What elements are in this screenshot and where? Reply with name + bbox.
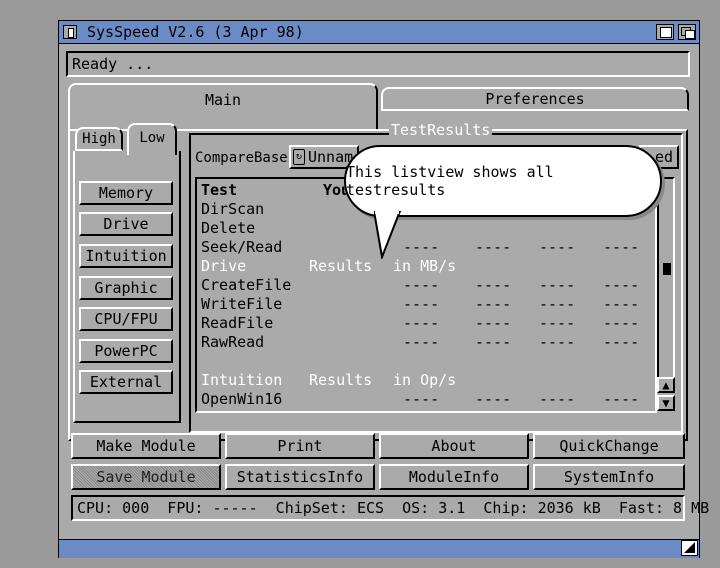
title-bar[interactable]: SysSpeed V2.6 (3 Apr 98) — [59, 21, 699, 44]
tab-preferences[interactable]: Preferences — [381, 87, 689, 111]
row-test-name: DirScan — [201, 200, 265, 218]
listview-header: Test You — [201, 181, 350, 200]
row-compare-value: ---- — [403, 295, 440, 313]
arrow-down-icon: ▼ — [662, 396, 670, 410]
about-button[interactable]: About — [379, 433, 529, 459]
row-test-name: CreateFile — [201, 276, 292, 294]
tooltip-text: This listview shows all testresults — [346, 163, 554, 199]
row-compare-value: ---- — [403, 314, 440, 332]
print-label: Print — [277, 437, 323, 455]
category-intuition-button[interactable]: Intuition — [79, 244, 173, 268]
window-bottom-border — [59, 539, 699, 558]
window-title: SysSpeed V2.6 (3 Apr 98) — [87, 23, 304, 41]
statistics-info-button[interactable]: StatisticsInfo — [225, 464, 375, 490]
row-test-name: WriteFile — [201, 295, 283, 313]
tab-preferences-label: Preferences — [485, 90, 585, 108]
row-compare-value: ---- — [475, 390, 512, 408]
row-unit: in Op/s — [393, 371, 457, 389]
statistics-info-label: StatisticsInfo — [236, 468, 364, 486]
row-compare-value: ---- — [475, 295, 512, 313]
category-cpufpu-button[interactable]: CPU/FPU — [79, 307, 173, 331]
print-button[interactable]: Print — [225, 433, 375, 459]
scroll-up-button[interactable]: ▲ — [657, 377, 675, 393]
category-graphic-label: Graphic — [94, 279, 158, 297]
row-test-name: Intuition — [201, 371, 283, 389]
depth-gadget-icon[interactable] — [678, 24, 696, 40]
save-module-label: Save Module — [96, 468, 196, 486]
quickchange-label: QuickChange — [559, 437, 659, 455]
row-test-name: ReadFile — [201, 314, 274, 332]
row-compare-value: ---- — [539, 276, 576, 294]
quickchange-button[interactable]: QuickChange — [533, 433, 685, 459]
row-compare-value: ---- — [403, 238, 440, 256]
row-your-value: Results — [309, 257, 373, 275]
category-intuition-label: Intuition — [85, 247, 167, 265]
tooltip-tail — [374, 211, 402, 259]
make-module-button[interactable]: Make Module — [71, 433, 221, 459]
row-compare-value: ---- — [403, 390, 440, 408]
comparebase-label: CompareBase — [195, 150, 288, 166]
row-compare-value: ---- — [603, 276, 640, 294]
row-compare-value: ---- — [539, 314, 576, 332]
module-info-label: ModuleInfo — [408, 468, 500, 486]
row-compare-value: ---- — [603, 333, 640, 351]
row-compare-value: ---- — [539, 295, 576, 313]
status-field: Ready ... — [66, 51, 690, 77]
row-compare-value: ---- — [539, 333, 576, 351]
module-info-button[interactable]: ModuleInfo — [379, 464, 529, 490]
scroll-knob[interactable] — [663, 263, 671, 275]
close-gadget-icon[interactable] — [63, 25, 77, 39]
category-drive-button[interactable]: Drive — [79, 212, 173, 236]
row-compare-value: ---- — [603, 238, 640, 256]
system-info-bar: CPU: 000 FPU: ----- ChipSet: ECS OS: 3.1… — [71, 495, 709, 521]
resize-gadget-icon[interactable] — [681, 540, 698, 556]
about-label: About — [431, 437, 477, 455]
listview-tooltip: This listview shows all testresults — [344, 145, 662, 217]
cycle-icon: ↻ — [293, 149, 305, 165]
category-graphic-button[interactable]: Graphic — [79, 276, 173, 300]
row-compare-value: ---- — [603, 314, 640, 332]
category-powerpc-button[interactable]: PowerPC — [79, 339, 173, 363]
save-module-button[interactable]: Save Module — [71, 464, 221, 490]
listview-scrollbar[interactable] — [657, 177, 675, 387]
results-legend: TestResults — [389, 121, 493, 139]
tab-high-label: High — [82, 131, 116, 147]
row-compare-value: ---- — [475, 276, 512, 294]
row-compare-value: ---- — [603, 295, 640, 313]
tab-low-label: Low — [139, 130, 165, 146]
tab-high[interactable]: High — [75, 127, 123, 151]
scroll-down-button[interactable]: ▼ — [657, 395, 675, 411]
category-powerpc-label: PowerPC — [94, 342, 158, 360]
header-test: Test — [201, 181, 238, 199]
row-test-name: Drive — [201, 257, 247, 275]
row-compare-value: ---- — [603, 390, 640, 408]
category-memory-label: Memory — [98, 184, 154, 202]
row-compare-value: ---- — [475, 333, 512, 351]
row-compare-value: ---- — [539, 390, 576, 408]
system-info-button[interactable]: SystemInfo — [533, 464, 685, 490]
row-compare-value: ---- — [403, 333, 440, 351]
row-your-value: Results — [309, 371, 373, 389]
make-module-label: Make Module — [96, 437, 196, 455]
category-drive-label: Drive — [103, 215, 149, 233]
row-compare-value: ---- — [475, 314, 512, 332]
category-external-button[interactable]: External — [79, 370, 173, 394]
sysspeed-window: SysSpeed V2.6 (3 Apr 98) Ready ... Main … — [58, 20, 709, 558]
arrow-up-icon: ▲ — [662, 378, 670, 392]
row-test-name: RawRead — [201, 333, 265, 351]
row-test-name: Seek/Read — [201, 238, 283, 256]
zoom-gadget-icon[interactable] — [656, 24, 674, 40]
row-test-name: OpenWin16 — [201, 390, 283, 408]
tab-main-label: Main — [204, 91, 242, 109]
tab-main[interactable]: Main — [68, 83, 378, 131]
row-compare-value: ---- — [475, 238, 512, 256]
category-external-label: External — [89, 373, 163, 391]
category-memory-button[interactable]: Memory — [79, 181, 173, 205]
system-info-label: SystemInfo — [563, 468, 655, 486]
row-unit: in MB/s — [393, 257, 457, 275]
category-cpufpu-label: CPU/FPU — [94, 310, 158, 328]
row-compare-value: ---- — [539, 238, 576, 256]
row-compare-value: ---- — [403, 276, 440, 294]
row-test-name: Delete — [201, 219, 256, 237]
